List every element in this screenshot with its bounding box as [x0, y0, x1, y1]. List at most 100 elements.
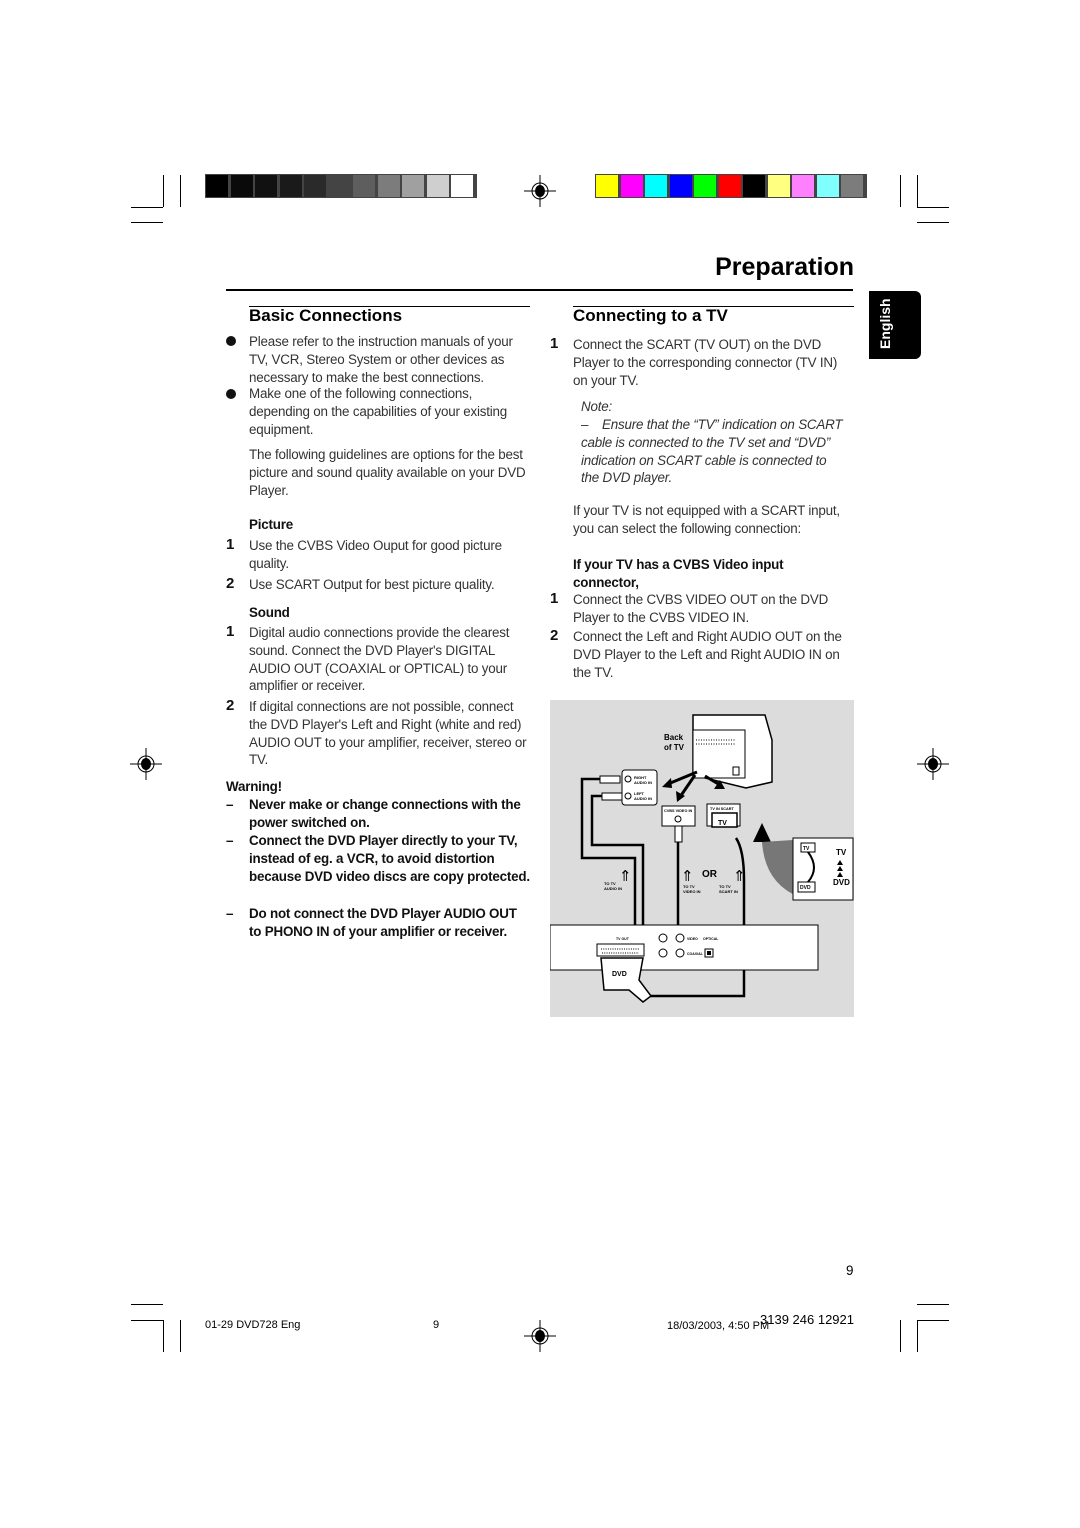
dvd-player-back: [550, 924, 819, 971]
crop-mark: [163, 1320, 164, 1352]
registration-mark-icon: [524, 175, 556, 207]
diagram-label: AUDIO IN: [604, 886, 622, 891]
warning-item: Never make or change connections with th…: [249, 797, 521, 830]
svg-text:⇑: ⇑: [733, 868, 746, 885]
title-rule: [226, 289, 853, 291]
connecting-tv-heading: Connecting to a TV: [573, 306, 728, 325]
crop-mark: [917, 222, 949, 223]
color-swatch: [645, 175, 667, 197]
gray-swatch: [230, 175, 253, 197]
diagram-label: Back: [664, 733, 684, 742]
page-title: Preparation: [715, 253, 854, 281]
step-number: 1: [550, 590, 559, 607]
svg-text:TO TVVIDEO IN: TO TV VIDEO IN: [683, 884, 701, 894]
svg-text:⇑: ⇑: [681, 868, 694, 885]
color-swatch: [718, 175, 741, 197]
footer-code: 3139 246 12921: [760, 1312, 854, 1327]
diagram-label: of TV: [664, 743, 685, 752]
diagram-label: OPTICAL: [703, 937, 719, 941]
color-swatch: [767, 175, 790, 197]
crop-mark: [900, 1320, 901, 1352]
registration-mark-icon: [917, 748, 949, 780]
svg-text:Backof TV: Back of TV: [664, 733, 685, 752]
svg-text:TV: TV: [803, 846, 810, 852]
manual-page: Preparation English Basic Connections Pl…: [0, 0, 1080, 1528]
color-swatch: [743, 175, 765, 197]
crop-mark: [917, 1304, 949, 1305]
bullet-text: Please refer to the instruction manuals …: [249, 334, 513, 385]
picture-heading: Picture: [249, 517, 293, 532]
gray-swatch: [451, 175, 473, 197]
alt-connection-text: If your TV is not equipped with a SCART …: [573, 503, 840, 536]
gray-swatch: [304, 175, 326, 197]
crop-mark: [917, 1320, 949, 1321]
crop-mark: [917, 1320, 918, 1352]
diagram-label: VIDEO IN: [683, 889, 701, 894]
step-text: Connect the Left and Right AUDIO OUT on …: [573, 629, 842, 680]
crop-mark: [180, 175, 181, 207]
step-text: Connect the SCART (TV OUT) on the DVD Pl…: [573, 337, 838, 388]
footer-file-page: 9: [433, 1319, 440, 1331]
crop-mark: [180, 1320, 181, 1352]
step-number: 1: [226, 536, 235, 553]
step-number: 2: [226, 697, 235, 714]
crop-mark: [131, 207, 163, 208]
color-swatch: [792, 175, 814, 197]
warning-item: Do not connect the DVD Player AUDIO OUT …: [249, 906, 517, 939]
page-number: 9: [846, 1263, 854, 1278]
step-number: 1: [550, 335, 559, 352]
crop-mark: [917, 207, 949, 208]
bullet-icon: [226, 336, 236, 346]
note-label: Note:: [581, 399, 613, 414]
gray-swatch: [426, 175, 449, 197]
diagram-label: TV: [836, 848, 847, 857]
crop-mark: [131, 1320, 163, 1321]
diagram-label: OR: [702, 869, 718, 880]
crop-mark: [900, 175, 901, 207]
step-number: 2: [550, 627, 559, 644]
gray-swatch: [377, 175, 400, 197]
gray-swatch: [279, 175, 302, 197]
diagram-label: AUDIO IN: [634, 796, 652, 801]
language-tab: English: [869, 291, 921, 359]
gray-swatch: [328, 175, 351, 197]
color-swatch: [669, 175, 692, 197]
color-bar: [595, 174, 867, 198]
step-text: Digital audio connections provide the cl…: [249, 625, 510, 694]
svg-text:TO TVSCART IN: TO TV SCART IN: [719, 884, 738, 894]
diagram-label: DVD: [800, 885, 811, 891]
diagram-label: TV IN SCART: [710, 807, 735, 811]
gray-swatch: [206, 175, 228, 197]
intro-text: The following guidelines are options for…: [249, 447, 526, 498]
bullet-icon: [226, 389, 236, 399]
diagram-label: TV OUT: [616, 937, 630, 941]
step-text: If digital connections are not possible,…: [249, 699, 527, 768]
warning-heading: Warning!: [226, 779, 282, 794]
color-swatch: [694, 175, 716, 197]
diagram-label: CVBS VIDEO IN: [664, 809, 693, 813]
color-swatch: [620, 175, 643, 197]
color-swatch: [816, 175, 839, 197]
sound-heading: Sound: [249, 605, 290, 620]
crop-mark: [917, 175, 918, 207]
diagram-label: DVD: [833, 878, 850, 887]
bullet-text: Make one of the following connections, d…: [249, 386, 508, 437]
step-text: Use SCART Output for best picture qualit…: [249, 577, 495, 592]
note-text: Ensure that the “TV” indication on SCART…: [581, 417, 843, 486]
color-swatch: [596, 175, 618, 197]
footer-date: 18/03/2003, 4:50 PM: [667, 1320, 770, 1332]
warning-item: Connect the DVD Player directly to your …: [249, 833, 530, 884]
diagram-label: DVD: [612, 971, 627, 978]
diagram-label: SCART IN: [719, 889, 738, 894]
gray-swatch: [353, 175, 375, 197]
diagram-label: VIDEO: [687, 937, 698, 941]
connection-diagram: RIGHT AUDIO IN LEFT AUDIO IN CVBS VIDEO IN…: [550, 700, 854, 1017]
registration-mark-icon: [130, 748, 162, 780]
crop-mark: [163, 175, 164, 207]
footer-file: 01-29 DVD728 Eng: [205, 1319, 301, 1331]
crop-mark: [131, 1304, 163, 1305]
cvbs-heading: If your TV has a CVBS Video input connec…: [573, 557, 784, 590]
registration-mark-icon: [524, 1320, 556, 1352]
gray-swatch: [255, 175, 277, 197]
gray-swatch: [402, 175, 424, 197]
